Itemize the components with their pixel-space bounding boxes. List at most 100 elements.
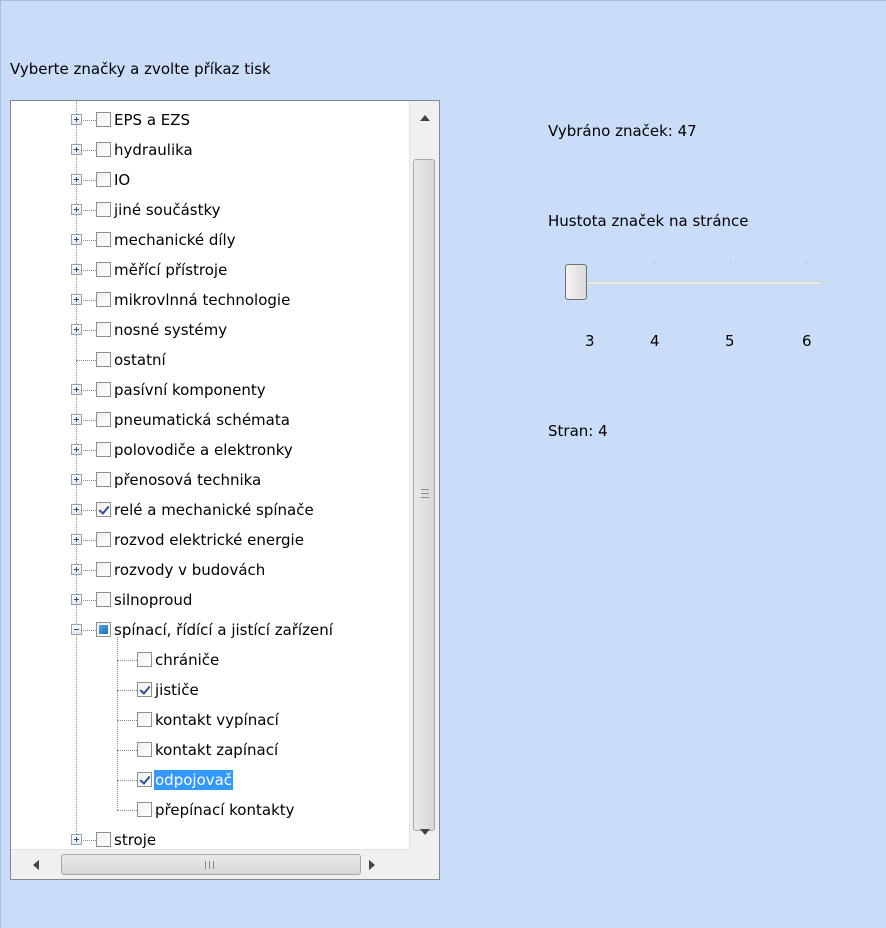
tree-item-label[interactable]: EPS a EZS <box>113 110 191 130</box>
expand-icon[interactable] <box>71 834 82 845</box>
tree-item[interactable]: polovodiče a elektronky <box>11 435 409 465</box>
horizontal-scroll-thumb[interactable] <box>61 854 361 875</box>
tree-item-label[interactable]: mikrovlnná technologie <box>113 290 291 310</box>
tree-item-label[interactable]: IO <box>113 170 131 190</box>
checkbox[interactable] <box>96 262 111 277</box>
tree-item-label[interactable]: mechanické díly <box>113 230 237 250</box>
checkbox[interactable] <box>96 472 111 487</box>
checkbox[interactable] <box>137 682 152 697</box>
tree-item[interactable]: spínací, řídící a jistící zařízení <box>11 615 409 645</box>
checkbox[interactable] <box>96 592 111 607</box>
expand-icon[interactable] <box>71 564 82 575</box>
tree-subitem[interactable]: chrániče <box>11 645 409 675</box>
category-tree[interactable]: EPS a EZS hydraulika IO jiné součástky mecha… <box>10 100 440 880</box>
tree-item[interactable]: měřící přístroje <box>11 255 409 285</box>
tree-item[interactable]: pneumatická schémata <box>11 405 409 435</box>
tree-item[interactable]: jiné součástky <box>11 195 409 225</box>
expand-icon[interactable] <box>71 324 82 335</box>
checkbox[interactable] <box>96 532 111 547</box>
expand-icon[interactable] <box>71 144 82 155</box>
tree-subitem[interactable]: odpojovač <box>11 765 409 795</box>
tree-item-label[interactable]: relé a mechanické spínače <box>113 500 315 520</box>
expand-icon[interactable] <box>71 444 82 455</box>
tree-item[interactable]: pasívní komponenty <box>11 375 409 405</box>
tree-item-label[interactable]: spínací, řídící a jistící zařízení <box>113 620 334 640</box>
slider-track[interactable] <box>566 281 822 285</box>
checkbox[interactable] <box>96 382 111 397</box>
tree-item[interactable]: mikrovlnná technologie <box>11 285 409 315</box>
expand-icon[interactable] <box>71 534 82 545</box>
tree-item[interactable]: přenosová technika <box>11 465 409 495</box>
tree-item-label[interactable]: hydraulika <box>113 140 194 160</box>
checkbox[interactable] <box>96 322 111 337</box>
checkbox[interactable] <box>137 772 152 787</box>
tree-subitem[interactable]: přepínací kontakty <box>11 795 409 825</box>
tree-item[interactable]: EPS a EZS <box>11 105 409 135</box>
checkbox[interactable] <box>96 832 111 847</box>
checkbox[interactable] <box>96 202 111 217</box>
tree-item-label[interactable]: rozvody v budovách <box>113 560 266 580</box>
expand-icon[interactable] <box>71 294 82 305</box>
checkbox[interactable] <box>96 142 111 157</box>
tree-item[interactable]: relé a mechanické spínače <box>11 495 409 525</box>
vertical-scroll-thumb[interactable] <box>413 159 435 831</box>
expand-icon[interactable] <box>71 234 82 245</box>
expand-icon[interactable] <box>71 114 82 125</box>
checkbox[interactable] <box>96 622 111 637</box>
tree-item-label[interactable]: měřící přístroje <box>113 260 228 280</box>
expand-icon[interactable] <box>71 504 82 515</box>
tree-item-label[interactable]: silnoproud <box>113 590 193 610</box>
checkbox[interactable] <box>96 112 111 127</box>
tree-item-label[interactable]: jiné součástky <box>113 200 222 220</box>
checkbox[interactable] <box>96 172 111 187</box>
tree-item-label[interactable]: stroje <box>113 830 157 850</box>
tree-item[interactable]: silnoproud <box>11 585 409 615</box>
tree-item-label[interactable]: přenosová technika <box>113 470 262 490</box>
tree-item[interactable]: ostatní <box>11 345 409 375</box>
expand-icon[interactable] <box>71 264 82 275</box>
tree-item-label[interactable]: kontakt zapínací <box>154 740 279 760</box>
tree-item-label[interactable]: pasívní komponenty <box>113 380 267 400</box>
tree-item-label[interactable]: přepínací kontakty <box>154 800 296 820</box>
tree-item-label[interactable]: chrániče <box>154 650 220 670</box>
checkbox[interactable] <box>137 652 152 667</box>
tree-item-label[interactable]: jističe <box>154 680 200 700</box>
tree-item-label[interactable]: pneumatická schémata <box>113 410 291 430</box>
collapse-icon[interactable] <box>71 624 82 635</box>
expand-icon[interactable] <box>71 174 82 185</box>
tree-item-label[interactable]: ostatní <box>113 350 167 370</box>
expand-icon[interactable] <box>71 594 82 605</box>
tree-item[interactable]: mechanické díly <box>11 225 409 255</box>
tree-item[interactable]: rozvod elektrické energie <box>11 525 409 555</box>
expand-icon[interactable] <box>71 204 82 215</box>
density-slider[interactable] <box>560 250 822 310</box>
tree-item[interactable]: IO <box>11 165 409 195</box>
scroll-right-icon[interactable] <box>369 860 375 870</box>
checkbox[interactable] <box>96 442 111 457</box>
checkbox[interactable] <box>137 712 152 727</box>
scroll-down-icon[interactable] <box>420 829 430 835</box>
checkbox[interactable] <box>96 292 111 307</box>
tree-item[interactable]: rozvody v budovách <box>11 555 409 585</box>
tree-item[interactable]: hydraulika <box>11 135 409 165</box>
tree-item-label[interactable]: polovodiče a elektronky <box>113 440 294 460</box>
horizontal-scrollbar[interactable] <box>11 849 409 879</box>
scroll-left-icon[interactable] <box>33 860 39 870</box>
checkbox[interactable] <box>137 742 152 757</box>
scroll-up-icon[interactable] <box>420 115 430 121</box>
checkbox[interactable] <box>96 232 111 247</box>
tree-subitem[interactable]: jističe <box>11 675 409 705</box>
checkbox[interactable] <box>137 802 152 817</box>
checkbox[interactable] <box>96 412 111 427</box>
tree-subitem[interactable]: kontakt zapínací <box>11 735 409 765</box>
checkbox[interactable] <box>96 562 111 577</box>
tree-subitem[interactable]: kontakt vypínací <box>11 705 409 735</box>
tree-item-label[interactable]: nosné systémy <box>113 320 228 340</box>
expand-icon[interactable] <box>71 414 82 425</box>
tree-item-label[interactable]: rozvod elektrické energie <box>113 530 305 550</box>
tree-item[interactable]: nosné systémy <box>11 315 409 345</box>
checkbox[interactable] <box>96 502 111 517</box>
checkbox[interactable] <box>96 352 111 367</box>
tree-item-label[interactable]: odpojovač <box>154 770 234 790</box>
slider-thumb[interactable] <box>565 264 587 300</box>
